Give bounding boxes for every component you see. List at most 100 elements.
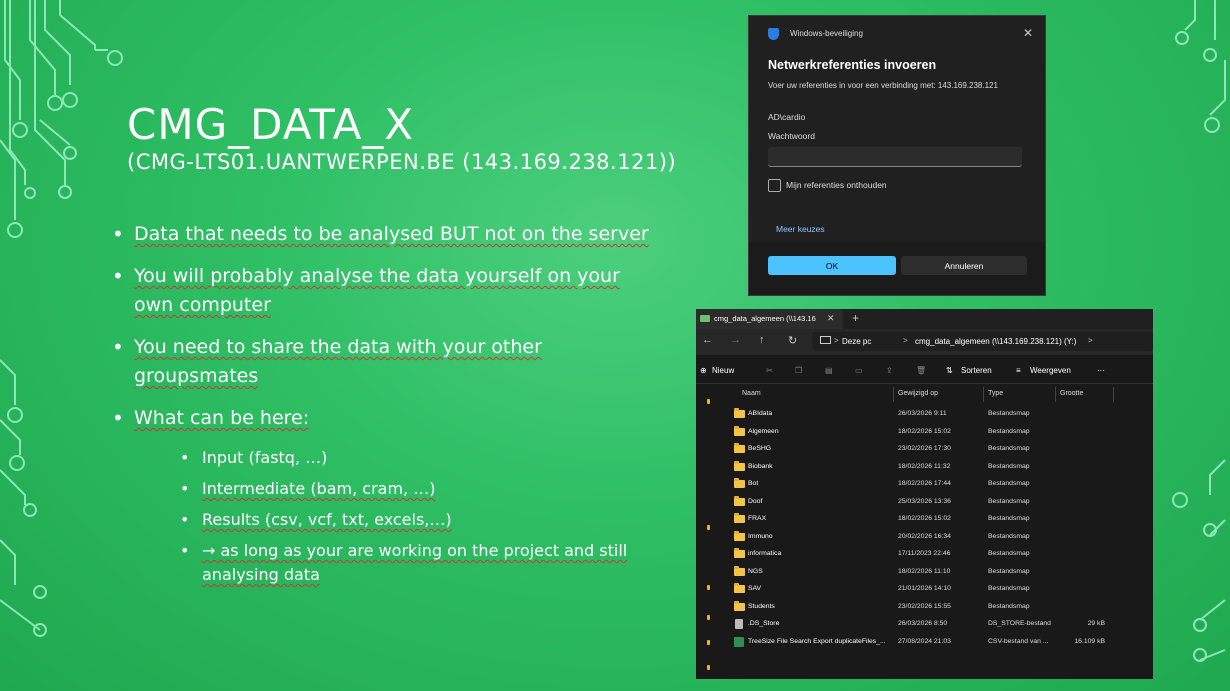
- slide: CMG_DATA_X (CMG-LTS01.UANTWERPEN.BE (143…: [0, 0, 1230, 691]
- table-row[interactable]: FRAX 18/02/2026 15:02 Bestandsmap: [720, 511, 1153, 528]
- table-row[interactable]: TreeSize File Search Export duplicateFil…: [720, 634, 1153, 651]
- column-header-size[interactable]: Grootte: [1060, 390, 1083, 397]
- navigation-bar: ← → ↑ ↻ > Deze pc > cmg_data_algemeen (\…: [696, 329, 1153, 355]
- column-header-type[interactable]: Type: [988, 390, 1003, 397]
- table-row[interactable]: Biobank 18/02/2026 11:32 Bestandsmap: [720, 459, 1153, 476]
- file-icon: [735, 619, 743, 629]
- file-modified: 18/02/2026 15:02: [898, 427, 951, 435]
- chevron-right-icon: >: [1088, 336, 1093, 345]
- breadcrumb-drive[interactable]: cmg_data_algemeen (\\143.169.238.121) (Y…: [915, 337, 1076, 346]
- credentials-dialog: Windows-beveiliging ✕ Netwerkreferenties…: [748, 15, 1046, 296]
- sort-button[interactable]: Sorteren: [961, 366, 992, 375]
- file-type: Bestandsmap: [988, 550, 1030, 557]
- file-type: Bestandsmap: [988, 602, 1030, 610]
- folder-icon: [734, 548, 745, 558]
- back-icon[interactable]: ←: [702, 334, 713, 346]
- bullet-item: What can be here:: [112, 404, 652, 433]
- password-field[interactable]: [768, 147, 1022, 167]
- delete-icon[interactable]: 🗑: [916, 366, 926, 375]
- dialog-app-name: Windows-beveiliging: [790, 29, 863, 38]
- remember-checkbox[interactable]: [768, 179, 781, 192]
- tab-cmg-data-algemeen[interactable]: cmg_data_algemeen (\\143.16 ✕: [696, 309, 843, 329]
- cut-icon[interactable]: ✂: [766, 366, 773, 375]
- file-type: Bestandsmap: [988, 427, 1030, 435]
- copy-icon[interactable]: ❐: [795, 366, 802, 375]
- file-type: Bestandsmap: [988, 462, 1030, 470]
- file-name: informatica: [748, 550, 782, 557]
- sort-icon[interactable]: ⇅: [946, 366, 953, 375]
- table-row[interactable]: SAV 21/01/2026 14:10 Bestandsmap: [720, 581, 1153, 598]
- folder-icon: [734, 583, 745, 593]
- folder-icon: [734, 530, 745, 541]
- table-row[interactable]: BeSHG 23/02/2026 17:30 Bestandsmap: [720, 441, 1153, 458]
- file-modified: 17/11/2023 22:46: [898, 550, 951, 557]
- file-name: Doof: [748, 497, 763, 505]
- shield-icon: [768, 28, 779, 40]
- bullet-item: You will probably analyse the data yours…: [112, 262, 652, 320]
- more-options-button[interactable]: ···: [1097, 366, 1105, 375]
- sub-bullet-item: Input (fastq, …): [180, 446, 652, 470]
- dialog-title: Netwerkreferenties invoeren: [768, 58, 937, 72]
- new-icon[interactable]: ⊕: [700, 366, 707, 375]
- refresh-icon[interactable]: ↻: [788, 334, 797, 347]
- new-button[interactable]: Nieuw: [712, 366, 734, 375]
- file-size: 29 kB: [1087, 620, 1105, 627]
- sub-bullet-item: → as long as your are working on the pro…: [180, 539, 652, 587]
- file-list: Naam Gewijzigd op Type Grootte ABIdata 26…: [720, 385, 1153, 679]
- remember-label[interactable]: Mijn referenties onthouden: [786, 180, 887, 190]
- table-row[interactable]: informatica 17/11/2023 22:46 Bestandsmap: [720, 546, 1153, 563]
- file-modified: 20/02/2026 16:34: [898, 532, 951, 540]
- dialog-header: Windows-beveiliging ✕: [749, 16, 1045, 52]
- cancel-button[interactable]: Annuleren: [901, 256, 1027, 275]
- password-label: Wachtwoord: [768, 131, 815, 141]
- table-row[interactable]: ABIdata 26/03/2026 9:11 Bestandsmap: [720, 406, 1153, 423]
- column-header-name[interactable]: Naam: [742, 390, 761, 397]
- table-row[interactable]: Doof 25/03/2026 13:36 Bestandsmap: [720, 494, 1153, 511]
- table-row[interactable]: Algemeen 18/02/2026 15:02 Bestandsmap: [720, 424, 1153, 441]
- navigation-pane[interactable]: [696, 385, 720, 679]
- chevron-right-icon: >: [834, 336, 839, 345]
- rename-icon[interactable]: ▭: [855, 366, 863, 375]
- ok-button[interactable]: OK: [768, 256, 896, 275]
- column-header-modified[interactable]: Gewijzigd op: [898, 390, 938, 397]
- view-button[interactable]: Weergeven: [1030, 366, 1071, 375]
- file-name: TreeSize File Search Export duplicateFil…: [748, 637, 886, 645]
- file-type: Bestandsmap: [988, 567, 1030, 575]
- new-tab-button[interactable]: +: [852, 311, 859, 325]
- address-bar[interactable]: > Deze pc > cmg_data_algemeen (\\143.169…: [812, 332, 1153, 351]
- bullet-list: Data that needs to be analysed BUT not o…: [112, 220, 652, 594]
- close-tab-icon[interactable]: ✕: [827, 313, 835, 324]
- file-modified: 26/03/2026 8:50: [898, 620, 948, 627]
- bullet-item: You need to share the data with your oth…: [112, 333, 652, 391]
- chevron-right-icon: >: [903, 336, 908, 345]
- dialog-footer: OK Annuleren: [749, 242, 1045, 295]
- folder-icon: [734, 408, 745, 418]
- up-icon[interactable]: ↑: [759, 334, 765, 346]
- file-modified: 27/08/2024 21:03: [898, 637, 951, 645]
- table-row[interactable]: NGS 18/02/2026 11:10 Bestandsmap: [720, 564, 1153, 581]
- view-icon[interactable]: ≡: [1016, 366, 1021, 375]
- slide-title: CMG_DATA_X: [127, 100, 415, 149]
- breadcrumb-this-pc[interactable]: Deze pc: [842, 337, 871, 346]
- bullet-item: Data that needs to be analysed BUT not o…: [112, 220, 652, 249]
- more-choices-link[interactable]: Meer keuzes: [776, 224, 825, 234]
- file-modified: 18/02/2026 11:10: [898, 567, 951, 575]
- drive-icon: [700, 315, 710, 322]
- table-row[interactable]: Immuno 20/02/2026 16:34 Bestandsmap: [720, 529, 1153, 546]
- sub-bullet-item: Results (csv, vcf, txt, excels,…): [180, 508, 652, 532]
- close-icon[interactable]: ✕: [1023, 26, 1033, 40]
- file-name: Students: [748, 602, 775, 610]
- file-modified: 18/02/2026 11:32: [898, 462, 951, 470]
- table-row[interactable]: Students 23/02/2026 15:55 Bestandsmap: [720, 599, 1153, 616]
- file-modified: 26/03/2026 9:11: [898, 410, 947, 417]
- file-type: CSV-bestand van ...: [988, 637, 1049, 645]
- table-row[interactable]: .DS_Store 26/03/2026 8:50 DS_STORE-bestand…: [720, 616, 1153, 633]
- table-row[interactable]: Bot 18/02/2026 17:44 Bestandsmap: [720, 476, 1153, 493]
- file-explorer-window: cmg_data_algemeen (\\143.16 ✕ + ← → ↑ ↻ …: [696, 309, 1153, 679]
- paste-icon[interactable]: ▤: [825, 366, 833, 375]
- file-name: SAV: [748, 585, 762, 592]
- computer-icon: [820, 336, 831, 344]
- share-icon[interactable]: ⇪: [886, 366, 893, 375]
- forward-icon[interactable]: →: [730, 334, 741, 346]
- file-type: DS_STORE-bestand: [988, 620, 1051, 627]
